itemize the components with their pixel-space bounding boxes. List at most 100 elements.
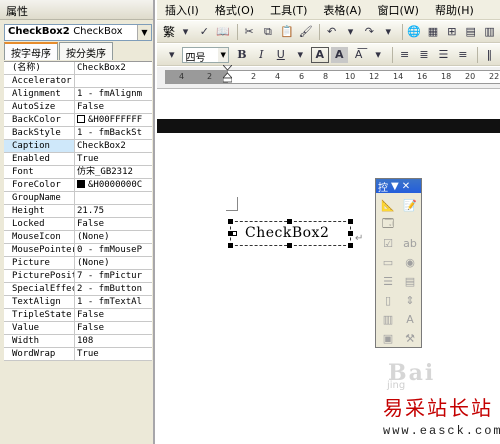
properties-icon[interactable]: 📝 xyxy=(401,197,419,213)
combobox-tool-icon[interactable]: ▤ xyxy=(401,273,419,289)
property-row[interactable]: Enabled True xyxy=(4,153,152,166)
image-tool-icon[interactable]: ▣ xyxy=(379,330,397,346)
menu-help[interactable]: 帮助(H) xyxy=(435,2,474,18)
property-row[interactable]: Locked False xyxy=(4,218,152,231)
property-value[interactable]: CheckBox2 xyxy=(75,62,152,74)
view-code-icon[interactable]: 🗔 xyxy=(379,216,397,232)
property-value[interactable]: 1 - fmTextAl xyxy=(75,296,152,308)
resize-handle[interactable] xyxy=(287,243,292,248)
property-value[interactable] xyxy=(75,75,152,87)
resize-handle[interactable] xyxy=(348,219,353,224)
property-row[interactable]: Accelerator xyxy=(4,75,152,88)
property-value[interactable]: CheckBox2 xyxy=(75,140,152,152)
redo-icon[interactable]: ↷ xyxy=(361,24,378,40)
tab-categorized[interactable]: 按分类序 xyxy=(59,42,113,60)
property-value[interactable]: 1 - fmBackSt xyxy=(75,127,152,139)
spelling-icon[interactable]: ✓ xyxy=(196,24,213,40)
design-mode-icon[interactable]: 📐 xyxy=(379,197,397,213)
format-painter-icon[interactable]: 🖌 xyxy=(297,24,314,40)
chevron-down-icon[interactable]: ▾ xyxy=(342,24,359,40)
copy-icon[interactable]: ⧉ xyxy=(260,24,277,40)
more-controls-icon[interactable]: ⚒ xyxy=(401,330,419,346)
property-value[interactable]: 1 - fmAlignm xyxy=(75,88,152,100)
chevron-down-icon[interactable]: ▼ xyxy=(137,25,151,40)
traditional-chinese-button[interactable]: 繁 xyxy=(163,23,175,40)
property-row[interactable]: ForeColor &H0000000C xyxy=(4,179,152,192)
property-row[interactable]: (名称) CheckBox2 xyxy=(4,62,152,75)
property-row[interactable]: TextAlign 1 - fmTextAl xyxy=(4,296,152,309)
resize-handle[interactable] xyxy=(348,231,353,236)
insert-excel-icon[interactable]: ▤ xyxy=(462,24,479,40)
property-row[interactable]: Width 108 xyxy=(4,335,152,348)
property-row[interactable]: Font 仿宋_GB2312 xyxy=(4,166,152,179)
chevron-down-icon[interactable]: ▼ xyxy=(218,47,229,62)
font-size-select[interactable]: 四号 ▼ xyxy=(182,46,230,64)
property-row[interactable]: Alignment 1 - fmAlignm xyxy=(4,88,152,101)
property-value[interactable]: 108 xyxy=(75,335,152,347)
command-button-tool-icon[interactable]: ▭ xyxy=(379,254,397,270)
chevron-down-icon[interactable]: ▾ xyxy=(292,47,309,63)
property-value[interactable]: 仿宋_GB2312 xyxy=(75,166,152,178)
textbox-tool-icon[interactable]: ab xyxy=(401,235,419,251)
char-scale-icon[interactable]: A͞ xyxy=(350,47,367,63)
scrollbar-tool-icon[interactable]: ▥ xyxy=(379,311,397,327)
property-value[interactable]: False xyxy=(75,309,152,321)
chevron-down-icon[interactable]: ▼ xyxy=(391,181,399,192)
property-value[interactable]: (None) xyxy=(75,257,152,269)
horizontal-ruler[interactable]: 4 2 2 4 6 8 10 12 14 16 18 20 22 xyxy=(157,65,500,89)
research-icon[interactable]: 📖 xyxy=(215,24,232,40)
spin-button-tool-icon[interactable]: ⇕ xyxy=(401,292,419,308)
close-icon[interactable]: ✕ xyxy=(402,181,410,192)
align-justify-icon[interactable]: ≡ xyxy=(396,47,413,63)
chevron-down-icon[interactable]: ▾ xyxy=(380,24,397,40)
property-value[interactable]: 0 - fmMouseP xyxy=(75,244,152,256)
property-row[interactable]: PicturePositi7 - fmPictur xyxy=(4,270,152,283)
property-row[interactable]: MousePointer 0 - fmMouseP xyxy=(4,244,152,257)
insert-table-icon[interactable]: ⊞ xyxy=(443,24,460,40)
property-row[interactable]: Height 21.75 xyxy=(4,205,152,218)
resize-handle[interactable] xyxy=(287,219,292,224)
distribute-icon[interactable]: ≡ xyxy=(454,47,471,63)
resize-handle[interactable] xyxy=(228,243,233,248)
cut-icon[interactable]: ✂ xyxy=(241,24,258,40)
option-button-tool-icon[interactable]: ◉ xyxy=(401,254,419,270)
property-value[interactable] xyxy=(75,192,152,204)
checkbox-control[interactable]: CheckBox2 xyxy=(228,219,353,248)
property-value[interactable]: (None) xyxy=(75,231,152,243)
property-row[interactable]: MouseIcon (None) xyxy=(4,231,152,244)
menu-table[interactable]: 表格(A) xyxy=(323,2,361,18)
resize-handle[interactable] xyxy=(228,231,233,236)
property-value[interactable]: False xyxy=(75,218,152,230)
menu-format[interactable]: 格式(O) xyxy=(215,2,254,18)
property-value[interactable]: 7 - fmPictur xyxy=(75,270,152,282)
align-right-icon[interactable]: ☰ xyxy=(435,47,452,63)
checkbox-tool-icon[interactable]: ☑ xyxy=(379,235,397,251)
toggle-button-tool-icon[interactable]: ▯ xyxy=(379,292,397,308)
undo-icon[interactable]: ↶ xyxy=(323,24,340,40)
property-row[interactable]: Caption CheckBox2 xyxy=(4,140,152,153)
property-value[interactable]: &H0000000C xyxy=(75,179,152,191)
property-row[interactable]: SpecialEffect2 - fmButton xyxy=(4,283,152,296)
property-row[interactable]: WordWrap True xyxy=(4,348,152,361)
hyperlink-icon[interactable]: 🌐 xyxy=(406,24,423,40)
chevron-down-icon[interactable]: ▾ xyxy=(163,47,180,63)
property-value[interactable]: True xyxy=(75,348,152,360)
italic-icon[interactable]: I xyxy=(253,47,270,63)
property-row[interactable]: GroupName xyxy=(4,192,152,205)
indent-marker-icon[interactable] xyxy=(223,65,232,83)
object-selector[interactable]: CheckBox2 CheckBox ▼ xyxy=(4,24,152,41)
chevron-down-icon[interactable]: ▾ xyxy=(177,24,194,40)
char-border-icon[interactable]: A xyxy=(310,46,329,63)
property-value[interactable]: 21.75 xyxy=(75,205,152,217)
tab-alphabetic[interactable]: 按字母序 xyxy=(4,42,58,60)
resize-handle[interactable] xyxy=(228,219,233,224)
label-tool-icon[interactable]: A xyxy=(401,311,419,327)
bold-icon[interactable]: B xyxy=(233,47,250,63)
property-value[interactable]: &H00FFFFFF xyxy=(75,114,152,126)
menu-insert[interactable]: 插入(I) xyxy=(165,2,199,18)
property-row[interactable]: Picture (None) xyxy=(4,257,152,270)
chevron-down-icon[interactable]: ▾ xyxy=(369,47,386,63)
property-row[interactable]: Value False xyxy=(4,322,152,335)
toolbox-title-bar[interactable]: 控 ▼ ✕ xyxy=(376,179,421,194)
resize-handle[interactable] xyxy=(348,243,353,248)
